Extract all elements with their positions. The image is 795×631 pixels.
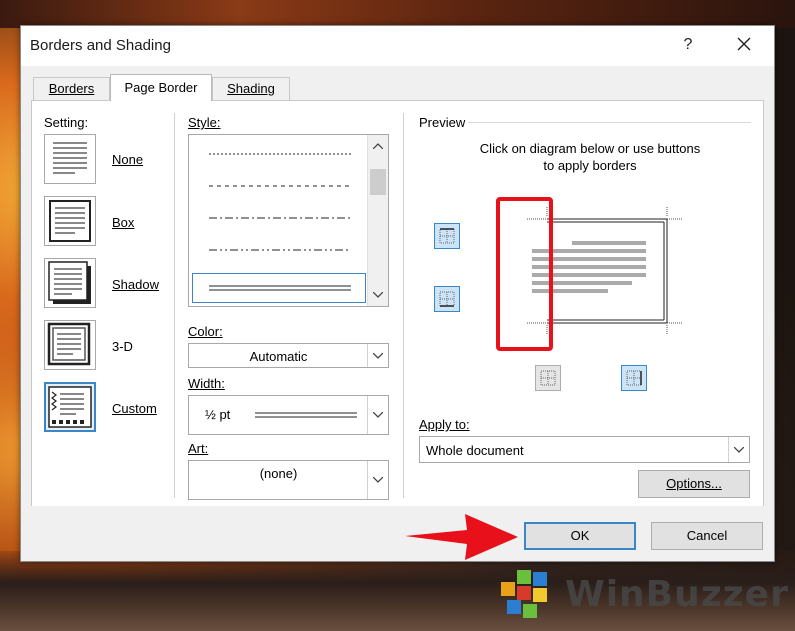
apply-to-dropdown-arrow[interactable]: [728, 437, 749, 462]
color-label-text: Color:: [188, 324, 223, 339]
width-value: ½ pt: [205, 407, 231, 422]
scroll-down-icon[interactable]: [373, 292, 383, 298]
bottom-border-icon: [439, 291, 455, 307]
scroll-up-icon[interactable]: [373, 143, 383, 149]
style-item-dash-dot[interactable]: [195, 205, 365, 231]
dialog-title: Borders and Shading: [30, 37, 171, 54]
top-border-icon: [439, 228, 455, 244]
preview-instruction-1: Click on diagram below or use buttons: [479, 141, 701, 156]
art-dropdown-arrow[interactable]: [367, 461, 388, 499]
art-label-text: Art:: [188, 441, 209, 456]
close-icon: [737, 37, 751, 51]
preview-instruction-2: to apply borders: [543, 158, 637, 173]
setting-custom-label[interactable]: Custom: [112, 401, 157, 416]
options-label: Options...: [666, 476, 722, 491]
close-button[interactable]: [729, 32, 759, 58]
bottom-border-button[interactable]: [434, 286, 460, 312]
background-sky: [0, 0, 795, 28]
title-bar: Borders and Shading ?: [21, 26, 774, 66]
left-border-button[interactable]: [535, 365, 561, 391]
setting-custom-button[interactable]: [44, 382, 96, 432]
width-dropdown-arrow[interactable]: [367, 396, 388, 434]
setting-none-button[interactable]: [44, 134, 96, 184]
art-value: (none): [259, 466, 298, 481]
setting-box-button[interactable]: [44, 196, 96, 246]
color-dropdown-arrow[interactable]: [367, 344, 388, 367]
apply-to-value: Whole document: [426, 443, 524, 458]
preview-divider: [468, 122, 751, 123]
tab-page-border-label: Page Border: [124, 80, 198, 95]
top-border-button[interactable]: [434, 223, 460, 249]
winbuzzer-logo-icon: [501, 570, 547, 618]
style-item-dash-dot-dot[interactable]: [195, 237, 365, 263]
apply-to-label-text: Apply to:: [419, 417, 470, 432]
color-label: Color:: [188, 324, 223, 339]
tab-shading[interactable]: Shading: [212, 77, 290, 100]
watermark-text: WinBuzzer: [565, 574, 789, 615]
help-button[interactable]: ?: [676, 32, 700, 58]
art-dropdown[interactable]: (none): [188, 460, 389, 500]
setting-shadow-label[interactable]: Shadow: [112, 277, 159, 292]
dialog-footer: OK Cancel: [21, 506, 774, 561]
left-border-icon: [540, 370, 556, 386]
width-line-preview: [255, 412, 357, 418]
setting-3d-text: 3-D: [112, 339, 133, 354]
cancel-button[interactable]: Cancel: [651, 522, 763, 550]
setting-custom-icon: [48, 386, 92, 428]
style-label: Style:: [188, 115, 221, 130]
watermark: WinBuzzer: [493, 568, 793, 628]
apply-to-label: Apply to:: [419, 417, 470, 432]
setting-box-label[interactable]: Box: [112, 215, 134, 230]
setting-shadow-text: Shadow: [112, 277, 159, 292]
chevron-down-icon: [734, 446, 744, 453]
ok-button[interactable]: OK: [524, 522, 636, 550]
scroll-thumb[interactable]: [370, 169, 386, 195]
tab-page-border[interactable]: Page Border: [110, 74, 212, 101]
style-item-dashed[interactable]: [195, 173, 365, 199]
setting-custom-text: Custom: [112, 401, 157, 416]
width-dropdown[interactable]: ½ pt: [188, 395, 389, 435]
borders-and-shading-dialog: Borders and Shading ? Borders Page Borde…: [20, 25, 775, 562]
divider-right: [403, 113, 404, 498]
tab-shading-label: Shading: [227, 81, 275, 96]
setting-shadow-button[interactable]: [44, 258, 96, 308]
chevron-down-icon: [373, 477, 383, 483]
style-listbox[interactable]: [188, 134, 389, 307]
options-button[interactable]: Options...: [638, 470, 750, 498]
width-label: Width:: [188, 376, 225, 391]
style-item-dotted[interactable]: [195, 141, 365, 167]
chevron-down-icon: [373, 352, 383, 359]
style-item-double[interactable]: [192, 273, 366, 303]
divider-left: [174, 113, 175, 498]
highlight-box: [496, 197, 553, 351]
setting-3d-icon: [47, 322, 91, 366]
setting-box-icon: [49, 200, 91, 242]
annotation-arrow: [405, 514, 518, 560]
style-label-text: Style:: [188, 115, 221, 130]
right-border-icon: [626, 370, 642, 386]
style-scrollbar[interactable]: [367, 135, 388, 306]
chevron-down-icon: [373, 412, 383, 418]
right-border-button[interactable]: [621, 365, 647, 391]
width-label-text: Width:: [188, 376, 225, 391]
setting-label: Setting:: [44, 115, 89, 130]
setting-box-text: Box: [112, 215, 135, 230]
page-border-panel: Setting: None Box Shadow 3-D Custom Styl…: [31, 100, 764, 508]
setting-shadow-icon: [48, 261, 91, 304]
setting-none-text: None: [112, 152, 144, 167]
preview-label: Preview: [419, 115, 466, 130]
color-value: Automatic: [249, 349, 308, 364]
color-dropdown[interactable]: Automatic: [188, 343, 389, 368]
setting-3d-label[interactable]: 3-D: [112, 339, 133, 354]
apply-to-dropdown[interactable]: Whole document: [419, 436, 750, 463]
art-label: Art:: [188, 441, 208, 456]
tab-borders-label: Borders: [48, 81, 95, 96]
setting-none-label[interactable]: None: [112, 152, 143, 167]
setting-3d-button[interactable]: [44, 320, 96, 370]
setting-none-icon: [53, 142, 87, 174]
tab-borders[interactable]: Borders: [33, 77, 110, 100]
